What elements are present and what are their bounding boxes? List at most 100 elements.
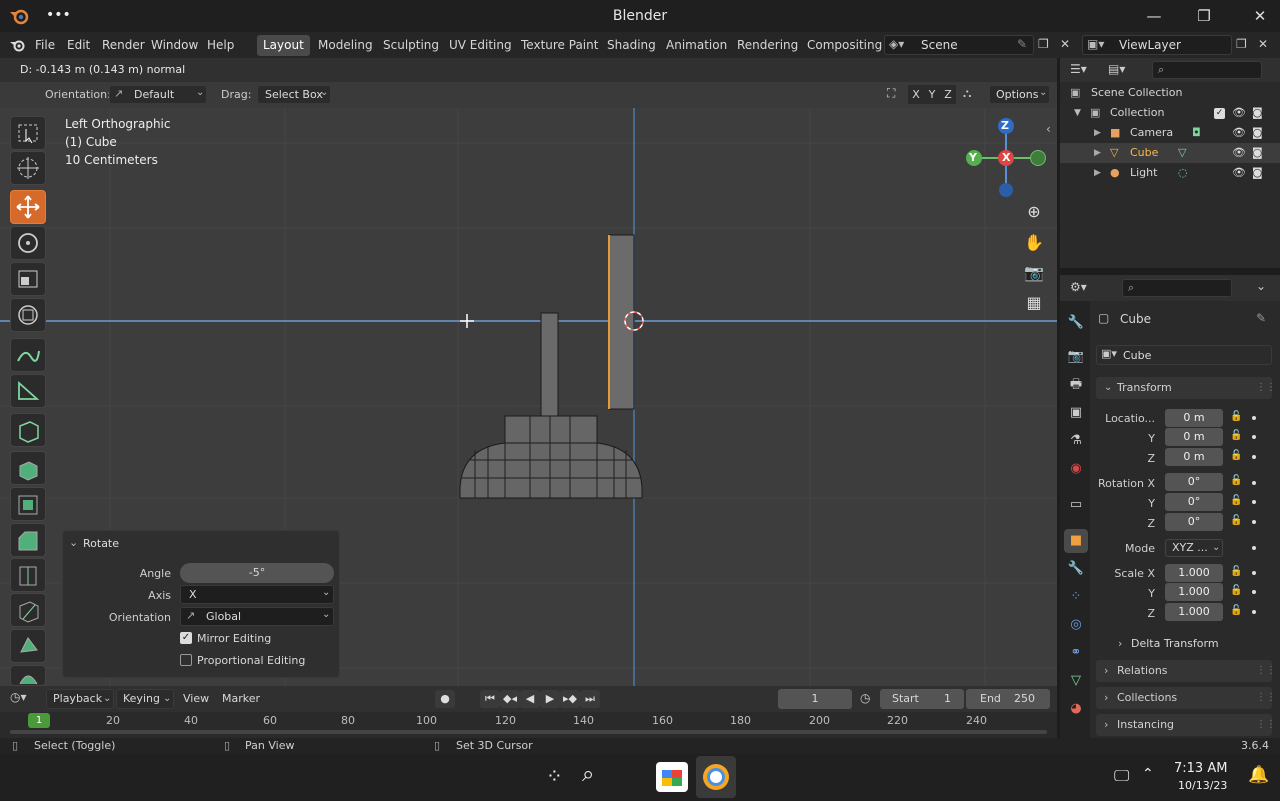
keyframe-dot-icon[interactable] — [1252, 500, 1256, 504]
tab-modeling[interactable]: Modeling — [312, 35, 379, 56]
object-tab-icon[interactable]: ■ — [1064, 529, 1088, 553]
editor-type-icon[interactable]: ⚙▾ — [1070, 280, 1087, 294]
location-z-field[interactable]: 0 m — [1165, 448, 1223, 466]
transform-affect-icon[interactable]: ⛶ — [887, 86, 895, 101]
menu-file[interactable]: File — [35, 36, 55, 54]
include-checkbox[interactable]: ✓ — [1214, 108, 1225, 119]
expand-arrow-icon[interactable]: ▶ — [1094, 143, 1101, 163]
render-tab-icon[interactable]: 📷 — [1064, 345, 1088, 369]
eye-icon[interactable]: 👁 — [1232, 143, 1246, 163]
proportional-editing-checkbox[interactable] — [180, 654, 192, 666]
lock-icon[interactable]: 🔓 — [1230, 411, 1242, 422]
tab-uv-editing[interactable]: UV Editing — [443, 35, 518, 56]
view-menu[interactable]: View — [183, 692, 209, 705]
relations-section-header[interactable]: › Relations ⋮⋮ — [1096, 660, 1276, 682]
rotation-x-field[interactable]: 0° — [1165, 473, 1223, 491]
add-cube-tool[interactable] — [10, 413, 46, 447]
tab-texture-paint[interactable]: Texture Paint — [515, 35, 604, 56]
clock-date[interactable]: 10/13/23 — [1178, 779, 1227, 792]
end-frame-field[interactable]: End 250 — [966, 689, 1050, 709]
world-tab-icon[interactable]: ◉ — [1064, 457, 1088, 481]
keyframe-dot-icon[interactable] — [1252, 546, 1256, 550]
launcher-icon[interactable]: ⁘ — [546, 764, 563, 788]
jump-next-key-button[interactable]: ▸◆ — [560, 690, 580, 708]
editor-type-icon[interactable]: ◷▾ — [10, 690, 27, 704]
play-reverse-button[interactable]: ◀ — [520, 690, 540, 708]
cursor-tool[interactable] — [10, 151, 46, 185]
constraints-tab-icon[interactable]: ⚭ — [1064, 641, 1088, 665]
minimize-button[interactable]: — — [1136, 4, 1172, 28]
pin-icon[interactable]: ✎ — [1256, 311, 1266, 325]
render-camera-icon[interactable]: ◙ — [1252, 163, 1263, 183]
clock-time[interactable]: 7:13 AM — [1174, 761, 1227, 776]
blender-app-icon[interactable] — [696, 756, 736, 798]
jump-end-button[interactable]: ⏭ — [580, 690, 600, 708]
tab-shading[interactable]: Shading — [601, 35, 662, 56]
expand-arrow-icon[interactable]: ▶ — [1094, 163, 1101, 183]
orientation-dropdown[interactable]: ↗ Global ⌄ — [180, 607, 334, 626]
poly-build-tool[interactable] — [10, 629, 46, 663]
menu-render[interactable]: Render — [102, 36, 145, 54]
menu-window[interactable]: Window — [151, 36, 198, 54]
play-button[interactable]: ▶ — [540, 690, 560, 708]
instancing-section-header[interactable]: › Instancing ⋮⋮ — [1096, 714, 1276, 736]
jump-start-button[interactable]: ⏮ — [480, 690, 500, 708]
tray-chevron-icon[interactable]: ⌃ — [1142, 766, 1154, 782]
search-icon[interactable]: ⌕ — [582, 762, 594, 787]
transform-section-header[interactable]: ⌄ Transform ⋮⋮ — [1096, 377, 1276, 399]
move-tool[interactable] — [10, 190, 46, 224]
eye-icon[interactable]: 👁 — [1232, 103, 1246, 123]
lock-icon[interactable]: 🔓 — [1230, 566, 1242, 577]
output-tab-icon[interactable]: 🖶 — [1064, 373, 1088, 397]
keying-menu[interactable]: Keying ⌄ — [116, 689, 174, 709]
orientation-dropdown[interactable]: ↗ Default ⌄ — [109, 85, 207, 104]
transform-tool[interactable] — [10, 298, 46, 332]
angle-field[interactable]: -5° — [180, 563, 334, 583]
scene-selector[interactable]: ◈▾ Scene ✎ — [884, 35, 1034, 55]
lock-icon[interactable]: 🔓 — [1230, 585, 1242, 596]
eye-icon[interactable]: 👁 — [1232, 123, 1246, 143]
3d-viewport[interactable]: D: -0.143 m (0.143 m) normal Orientation… — [0, 58, 1057, 686]
keyframe-dot-icon[interactable] — [1252, 520, 1256, 524]
keyframe-dot-icon[interactable] — [1252, 481, 1256, 485]
outliner-search-input[interactable]: ⌕ — [1152, 61, 1262, 79]
tab-layout[interactable]: Layout — [257, 35, 310, 56]
drag-handle-icon[interactable]: ⋮⋮ — [1256, 687, 1276, 709]
new-scene-icon[interactable]: ❐ — [1038, 37, 1049, 51]
material-tab-icon[interactable]: ◕ — [1064, 697, 1088, 721]
tab-animation[interactable]: Animation — [660, 35, 733, 56]
axis-dropdown[interactable]: X ⌄ — [180, 585, 334, 604]
outliner-row-scene-collection[interactable]: ▣ Scene Collection — [1060, 83, 1280, 103]
lock-icon[interactable]: 🔓 — [1230, 430, 1242, 441]
data-tab-icon[interactable]: ▽ — [1064, 669, 1088, 693]
maximize-button[interactable]: ❐ — [1186, 4, 1222, 28]
lock-icon[interactable]: 🔓 — [1230, 475, 1242, 486]
pin-icon[interactable]: ✎ — [1017, 37, 1027, 51]
snap-icon[interactable]: ⛬ — [963, 86, 971, 101]
marker-menu[interactable]: Marker — [222, 692, 260, 705]
remove-scene-icon[interactable]: ✕ — [1060, 37, 1070, 51]
keyframe-dot-icon[interactable] — [1252, 610, 1256, 614]
lock-icon[interactable]: 🔓 — [1230, 605, 1242, 616]
store-app-icon[interactable] — [656, 762, 688, 792]
notification-bell-icon[interactable]: 🔔 — [1248, 765, 1269, 785]
lock-icon[interactable]: 🔓 — [1230, 515, 1242, 526]
close-button[interactable]: ✕ — [1242, 4, 1278, 28]
new-view-layer-icon[interactable]: ❐ — [1236, 37, 1247, 51]
inset-tool[interactable] — [10, 487, 46, 521]
rotate-tool[interactable] — [10, 226, 46, 260]
record-button[interactable]: ● — [435, 690, 455, 708]
scale-tool[interactable] — [10, 262, 46, 296]
measure-tool[interactable] — [10, 374, 46, 408]
particles-tab-icon[interactable]: ⁘ — [1064, 585, 1088, 609]
physics-tab-icon[interactable]: ◎ — [1064, 613, 1088, 637]
lock-icon[interactable]: 🔓 — [1230, 495, 1242, 506]
tab-sculpting[interactable]: Sculpting — [377, 35, 445, 56]
extrude-tool[interactable] — [10, 451, 46, 485]
axis-y-toggle[interactable]: Y — [924, 85, 940, 104]
collection-tab-icon[interactable]: ▭ — [1064, 493, 1088, 517]
eye-icon[interactable]: 👁 — [1232, 163, 1246, 183]
blender-menu-icon[interactable] — [9, 37, 27, 53]
properties-search-input[interactable]: ⌕ — [1122, 279, 1232, 297]
outliner-row-collection[interactable]: ▼ ▣ Collection ✓ 👁 ◙ — [1060, 103, 1280, 123]
